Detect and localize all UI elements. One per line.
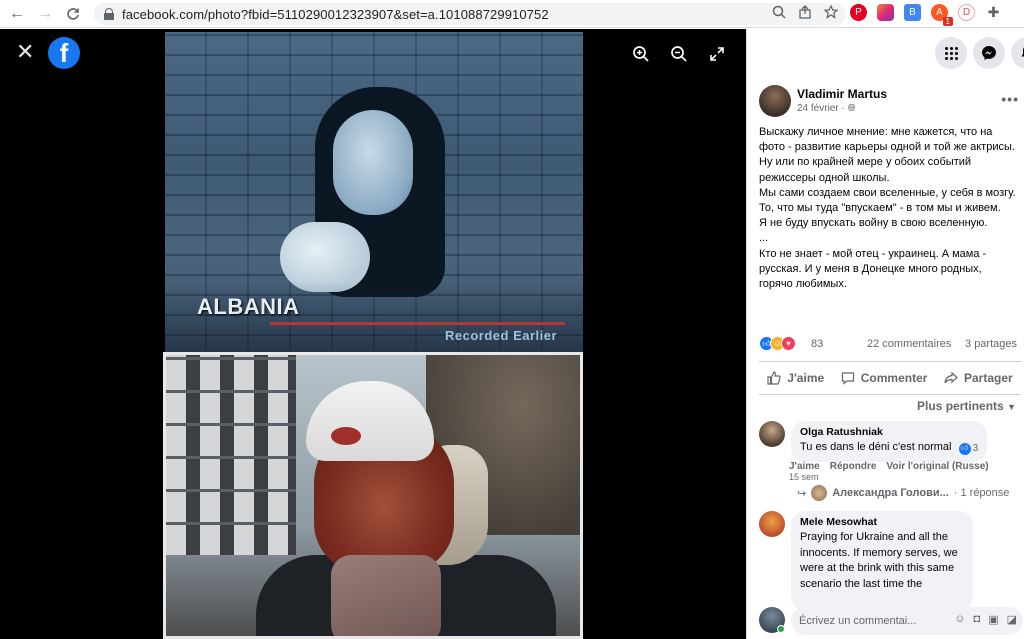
post-actions: J'aime Commenter Partager [759,361,1021,395]
comment-icon [841,372,854,385]
commenter-avatar[interactable] [759,421,785,447]
comment-text: Praying for Ukraine and all the innocent… [800,531,958,590]
sort-label: Plus pertinents [917,399,1004,413]
bookmark-star-icon[interactable] [824,5,838,19]
fullscreen-icon[interactable] [708,45,726,63]
post-body: Выскажу личное мнение: мне кажется, что … [759,125,1017,292]
love-reaction-icon: ♥ [781,336,796,351]
like-button[interactable]: J'aime [767,371,824,385]
comment-like-link[interactable]: J'aime [789,461,820,472]
like-label: J'aime [787,371,825,385]
address-bar[interactable]: facebook.com/photo?fbid=5110290012323907… [94,3,846,25]
photo-bottom-wounded-woman [163,352,583,639]
extension-d-icon[interactable]: D [958,4,975,21]
back-button[interactable]: ← [6,3,28,25]
sort-dropdown[interactable]: Plus pertinents ▼ [917,399,1016,413]
zoom-in-icon[interactable] [632,45,650,63]
messenger-button[interactable] [973,37,1005,69]
notifications-button[interactable] [1011,37,1024,69]
reactions-bar: 👍︎ ☺ ♥ 83 22 commentaires 3 partages [759,335,1021,353]
instagram-icon[interactable] [877,4,894,21]
comment-button[interactable]: Commenter [841,371,928,385]
extension-blue-icon[interactable]: B [904,4,921,21]
comment-text: Tu es dans le déni c'est normal 👍︎ 3 [800,440,978,457]
commenter-name[interactable]: Mele Mesowhat [800,516,964,528]
reaction-icons[interactable]: 👍︎ ☺ ♥ [759,336,796,351]
commenter-avatar[interactable] [759,511,785,537]
forward-button[interactable]: → [34,3,56,25]
menu-grid-button[interactable] [935,37,967,69]
extension-badge: 1 [942,17,953,26]
post-date[interactable]: 24 février · 🌐︎ [797,103,856,114]
lock-icon [104,8,114,20]
reaction-count[interactable]: 83 [811,338,823,350]
comment-placeholder: Écrivez un commentai... [799,615,917,627]
zoom-icon[interactable] [772,5,786,19]
close-icon[interactable]: ✕ [16,41,34,63]
share-icon [944,371,958,384]
share-count[interactable]: 3 partages [965,338,1017,350]
see-original-link[interactable]: Voir l'original (Russe) [886,461,988,472]
share-page-icon[interactable] [798,5,812,19]
bell-icon [1021,47,1024,57]
comment-bubble: Mele Mesowhat Praying for Ukraine and al… [791,511,973,611]
comment-count[interactable]: 22 commentaires [867,338,951,350]
comment-actions: J'aime Répondre Voir l'original (Russe) [789,461,989,472]
url-text: facebook.com/photo?fbid=5110290012323907… [122,6,549,22]
comment-time[interactable]: 15 sem [789,472,819,482]
author-name[interactable]: Vladimir Martus [797,87,887,101]
share-label: Partager [963,371,1013,385]
commenter-name[interactable]: Olga Ratushniak [800,426,978,438]
caret-down-icon: ▼ [1007,402,1016,412]
reply-count: · 1 réponse [953,487,1010,499]
online-indicator [777,625,785,633]
messenger-icon [982,46,996,60]
photo-subcaption: Recorded Earlier [445,328,558,343]
comment-like-badge[interactable]: 👍︎ 3 [958,441,978,457]
more-options-button[interactable]: ••• [1001,91,1019,107]
view-replies-link[interactable]: ↪ Александра Голови... · 1 réponse [797,485,1009,501]
extension-orange-icon[interactable]: A1 [931,4,953,26]
photo-caption: ALBANIA [197,294,300,319]
author-avatar[interactable] [759,85,791,117]
post-text: Выскажу личное мнение: мне кажется, что … [759,126,1016,291]
browser-toolbar: ← → facebook.com/photo?fbid=511029001232… [0,0,1024,28]
camera-icon[interactable]: ◘ [974,613,981,626]
reply-author: Александра Голови... [832,487,949,499]
gif-icon[interactable]: ▣ [988,613,998,626]
reply-avatar [811,485,828,501]
reload-button[interactable] [62,3,84,25]
share-button[interactable]: Partager [944,371,1013,385]
sticker-icon[interactable]: ◪ [1007,613,1017,626]
emoji-icon[interactable]: ☺ [954,613,965,626]
reload-icon [67,7,79,20]
reply-arrow-icon: ↪ [797,487,807,500]
comment-bubble: Olga Ratushniak Tu es dans le déni c'est… [791,421,988,462]
comment-label: Commenter [860,371,928,385]
puzzle-icon[interactable]: ✚ [985,4,1002,21]
photo-top-albania: ALBANIA Recorded Earlier [165,32,583,354]
photo-viewer: ✕ f ALBANIA Recorded Earlier [0,29,746,639]
comment-reply-link[interactable]: Répondre [830,461,877,472]
post-sidebar: Vladimir Martus 24 février · 🌐︎ ••• Выск… [746,29,1024,639]
pinterest-icon[interactable]: P [850,4,867,21]
like-badge-icon: 👍︎ [958,442,971,455]
post-header: Vladimir Martus 24 février · 🌐︎ ••• [759,85,1019,121]
thumbs-up-icon [767,371,781,385]
zoom-out-icon[interactable] [670,45,688,63]
facebook-logo-icon[interactable]: f [48,37,80,69]
comment-composer: Écrivez un commentai... ☺ ◘ ▣ ◪ [759,607,1023,635]
grid-icon [944,46,958,60]
globe-icon: 🌐︎ [847,103,856,114]
